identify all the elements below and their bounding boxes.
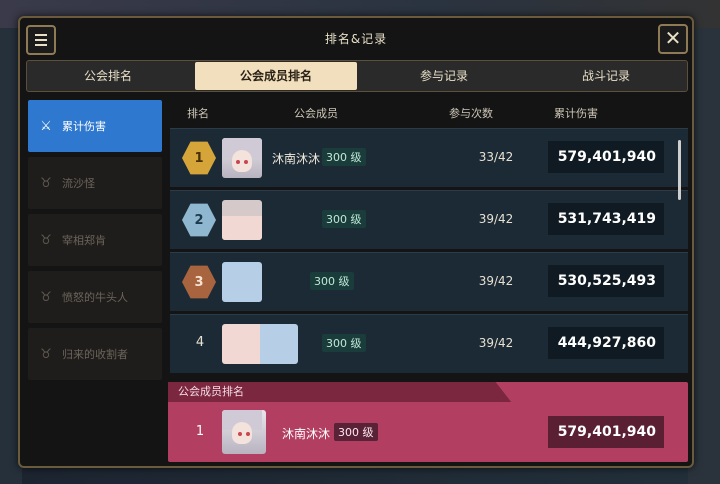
tab-bar: 公会排名 公会成员排名 参与记录 战斗记录 [26, 60, 688, 92]
tab-guild-rank[interactable]: 公会排名 [27, 61, 189, 91]
tab-battle-log[interactable]: 战斗记录 [525, 61, 687, 91]
bull-icon: ♉ [40, 175, 52, 191]
sidebar: ⚔ 累计伤害 ♉ 流沙怪 ♉ 宰相郑肯 ♉ 愤怒的牛头人 ♉ 归来的收割者 [28, 100, 162, 462]
close-button[interactable]: ✕ [658, 24, 688, 54]
damage-value: 530,525,493 [548, 265, 664, 297]
participation-count: 39/42 [478, 212, 514, 226]
close-icon: ✕ [664, 26, 682, 50]
my-name: 沐南沐沐 [282, 427, 331, 441]
gold-rank-badge: 1 [182, 141, 216, 175]
sidebar-item-boss-3[interactable]: ♉ 愤怒的牛头人 [28, 271, 162, 323]
bull-icon: ♉ [40, 346, 52, 362]
window-title: 排名&记录 [324, 32, 388, 46]
participation-count: 39/42 [478, 336, 514, 350]
table-row[interactable]: 2 300 级 39/42 531,743,419 [170, 190, 688, 249]
silver-rank-badge: 2 [182, 203, 216, 237]
level-badge: 300 级 [310, 272, 354, 290]
participation-count: 39/42 [478, 274, 514, 288]
bronze-rank-badge: 3 [182, 265, 216, 299]
member-name: 沐南沐沐 [272, 152, 321, 166]
avatar [222, 200, 262, 240]
damage-value: 531,743,419 [548, 203, 664, 235]
sidebar-item-total-damage[interactable]: ⚔ 累计伤害 [28, 100, 162, 152]
bull-icon: ♉ [40, 289, 52, 305]
level-badge: 300 级 [322, 210, 366, 228]
sidebar-item-label: 宰相郑肯 [62, 234, 106, 247]
table-row[interactable]: 4 300 级 39/42 444,927,860 [170, 314, 688, 373]
tab-participation[interactable]: 参与记录 [363, 61, 525, 91]
header-member: 公会成员 [294, 107, 338, 120]
my-rank-panel: 公会成员排名 1 沐南沐沐 300 级 579,401,940 [168, 382, 688, 462]
sidebar-item-boss-2[interactable]: ♉ 宰相郑肯 [28, 214, 162, 266]
participation-count: 33/42 [478, 150, 514, 164]
sidebar-item-label: 归来的收割者 [62, 348, 128, 361]
table-row[interactable]: 1 沐南沐沐 300 级 33/42 579,401,940 [170, 128, 688, 187]
level-badge: 300 级 [322, 148, 366, 166]
table-row[interactable]: 3 300 级 39/42 530,525,493 [170, 252, 688, 311]
table-header: 排名 公会成员 参与次数 累计伤害 [170, 98, 688, 128]
sidebar-item-boss-1[interactable]: ♉ 流沙怪 [28, 157, 162, 209]
sidebar-item-label: 累计伤害 [62, 120, 106, 133]
header-damage: 累计伤害 [554, 107, 598, 120]
ranking-panel: 排名&记录 ✕ 公会排名 公会成员排名 参与记录 战斗记录 ⚔ 累计伤害 ♉ 流… [18, 16, 694, 468]
avatar [222, 138, 262, 178]
avatar [222, 262, 262, 302]
my-level-badge: 300 级 [334, 423, 378, 441]
damage-value: 444,927,860 [548, 327, 664, 359]
title-bar: 排名&记录 ✕ [20, 18, 692, 58]
my-rank-header: 公会成员排名 [168, 382, 512, 402]
sidebar-item-boss-4[interactable]: ♉ 归来的收割者 [28, 328, 162, 380]
avatar [222, 410, 266, 454]
my-damage-value: 579,401,940 [548, 416, 664, 448]
header-rank: 排名 [187, 107, 209, 120]
member-rank-table: 排名 公会成员 参与次数 累计伤害 1 沐南沐沐 300 级 33/42 579… [170, 98, 688, 392]
my-rank-number: 1 [195, 424, 205, 439]
sword-icon: ⚔ [40, 118, 52, 134]
header-count: 参与次数 [449, 107, 493, 120]
table-scrollbar[interactable] [678, 140, 681, 200]
level-badge: 300 级 [322, 334, 366, 352]
sidebar-item-label: 愤怒的牛头人 [62, 291, 128, 304]
avatar [222, 324, 298, 364]
bull-icon: ♉ [40, 232, 52, 248]
tab-member-rank[interactable]: 公会成员排名 [195, 62, 357, 90]
damage-value: 579,401,940 [548, 141, 664, 173]
sidebar-item-label: 流沙怪 [62, 177, 95, 190]
rank-number: 4 [195, 335, 205, 350]
